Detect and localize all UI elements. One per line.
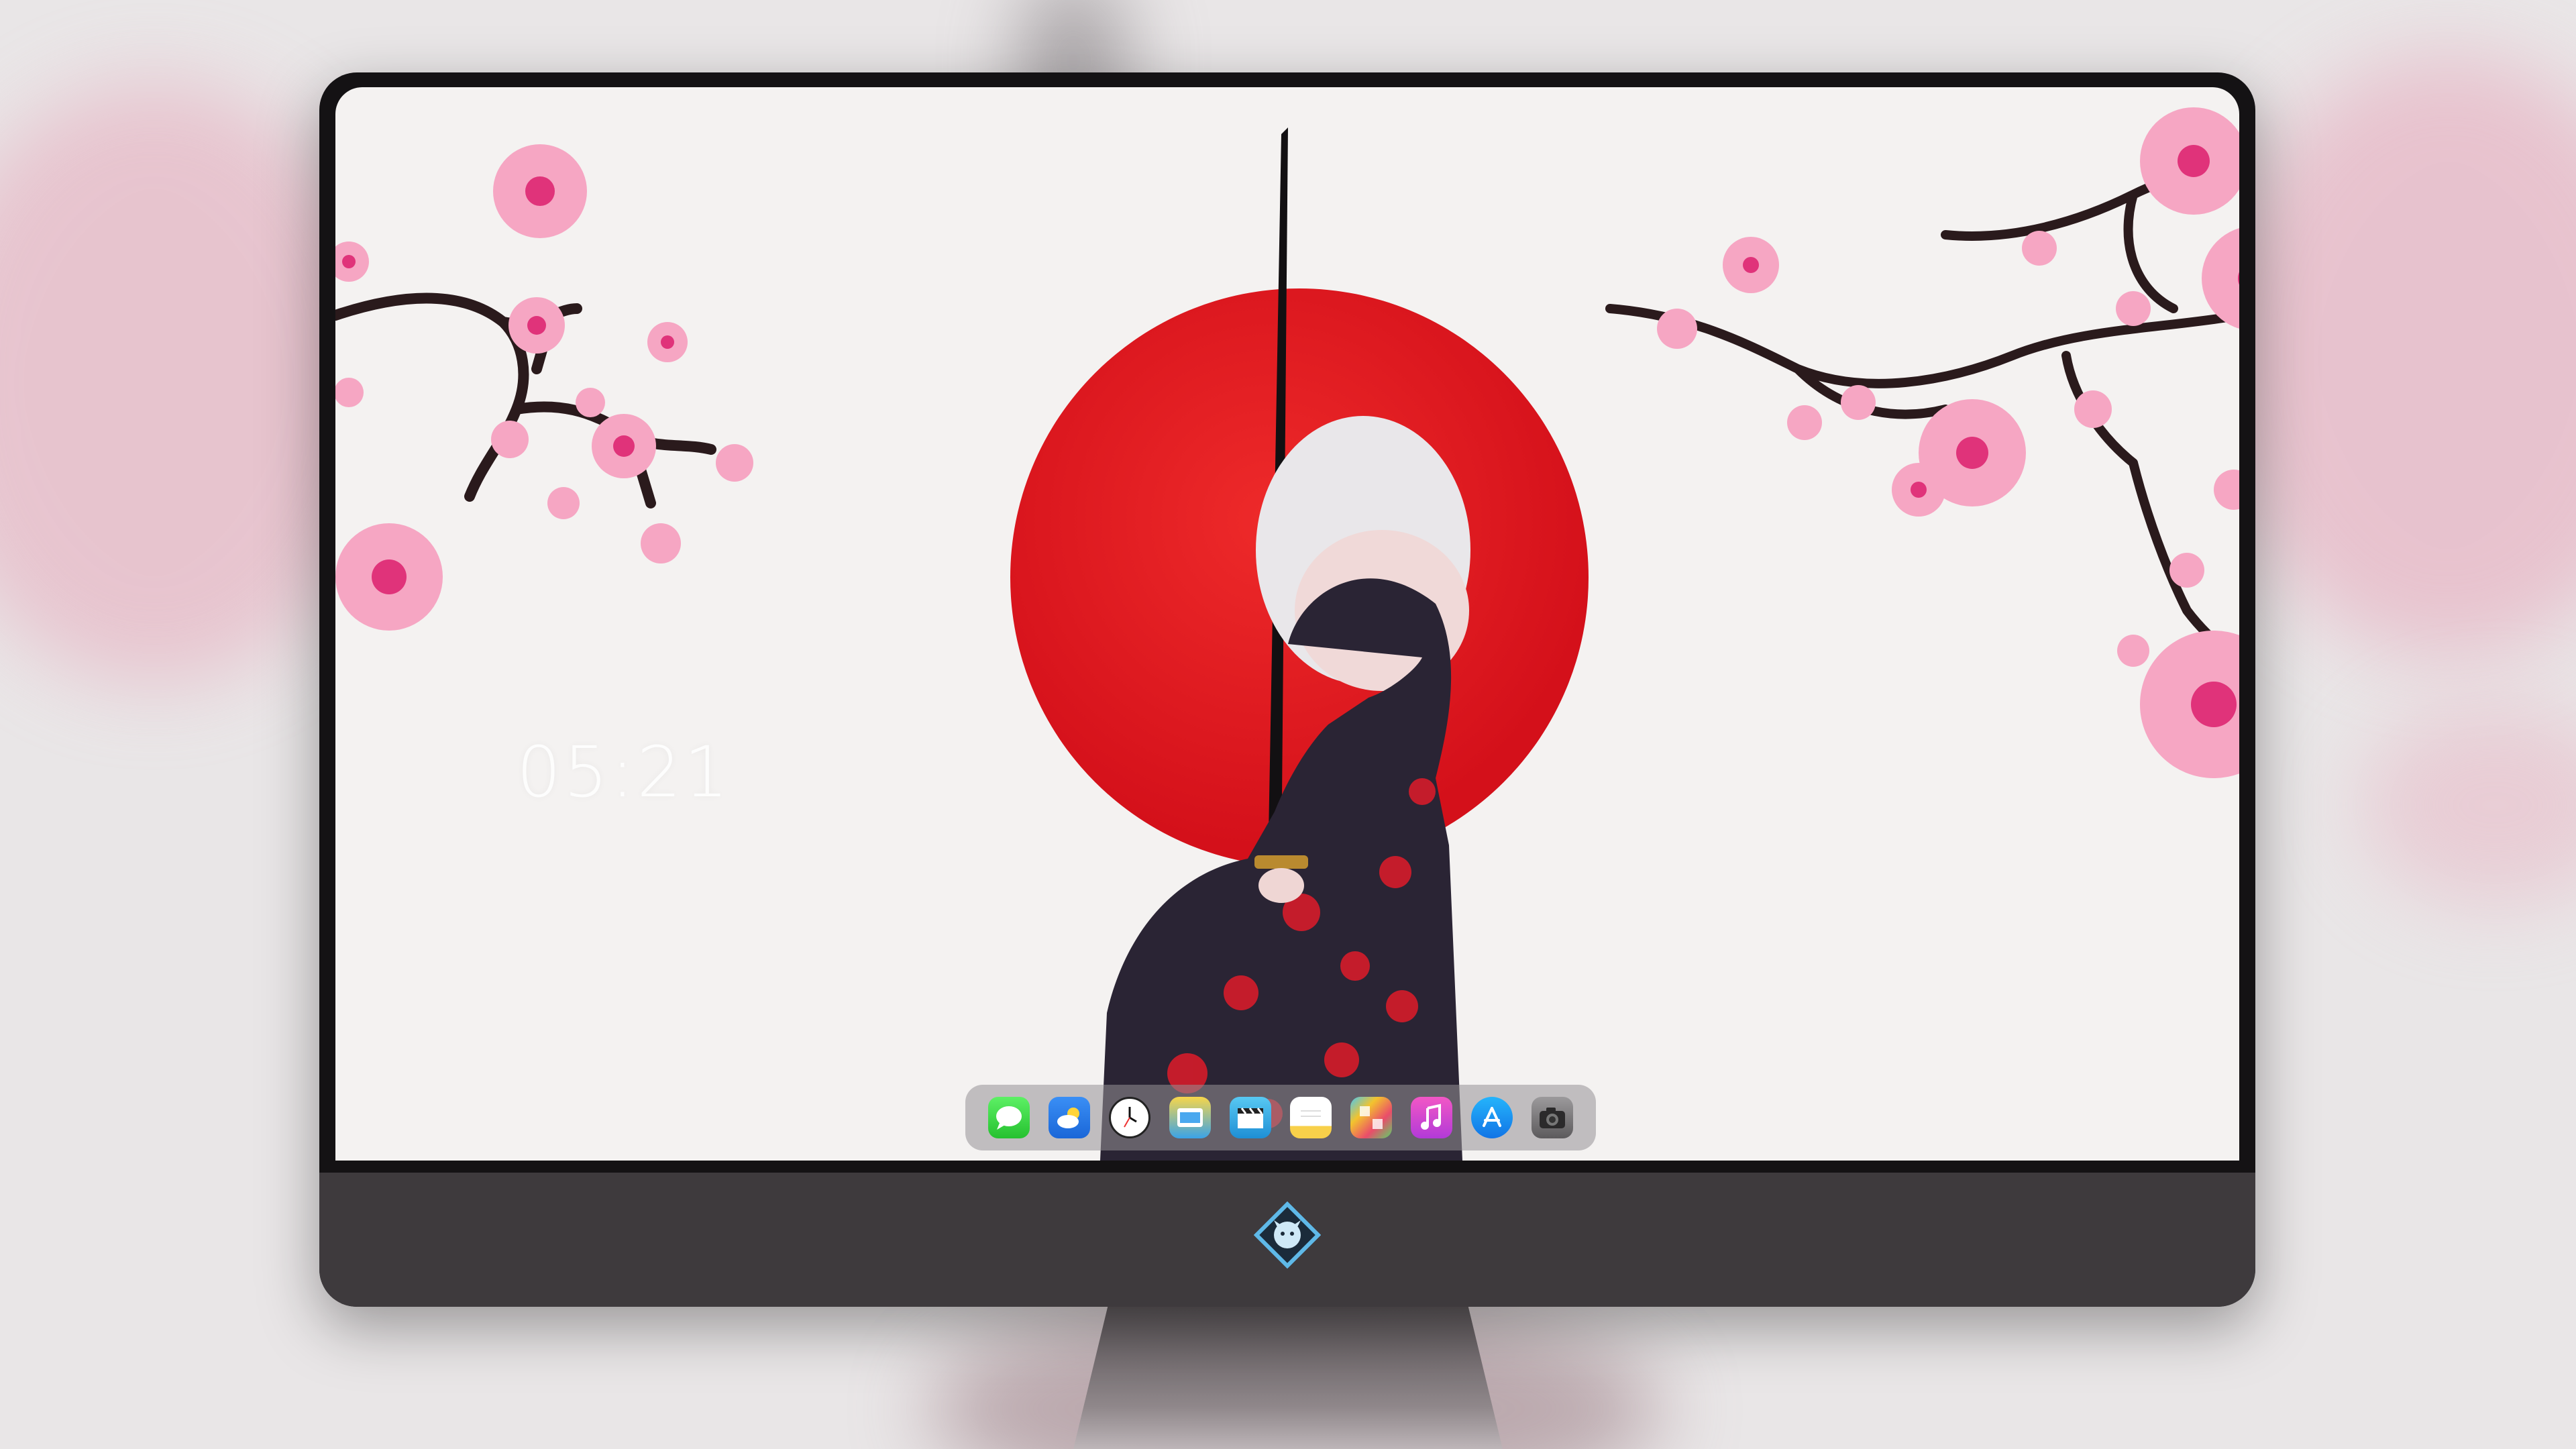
clapperboard-icon — [1238, 1108, 1263, 1128]
background-blossom-blur-bottom — [2361, 704, 2576, 906]
dock-item-messages[interactable] — [988, 1097, 1030, 1138]
notepad-icon — [1301, 1110, 1321, 1117]
music-note-icon — [1421, 1104, 1441, 1130]
dragon-badge-logo-icon — [1254, 1201, 1321, 1269]
dock-item-photos[interactable] — [1350, 1097, 1392, 1138]
camera-icon — [1540, 1108, 1565, 1128]
dock-item-music[interactable] — [1411, 1097, 1452, 1138]
dock — [965, 1085, 1596, 1150]
dock-item-clock[interactable] — [1109, 1097, 1150, 1138]
app-store-icon — [1483, 1107, 1501, 1127]
desktop-clock: 05:21 — [517, 731, 731, 813]
clock-icon — [1124, 1107, 1137, 1128]
blossoms-right — [1657, 107, 2239, 778]
wallpaper: 05:21 — [335, 87, 2239, 1161]
message-bubble-icon — [996, 1106, 1022, 1130]
blossoms-left — [335, 144, 753, 631]
folder-window-icon — [1177, 1108, 1203, 1127]
dock-item-weather[interactable] — [1049, 1097, 1090, 1138]
desktop-screen: 05:21 — [335, 87, 2239, 1161]
monitor-chin — [319, 1173, 2255, 1307]
monitor-stand — [1073, 1307, 1503, 1449]
dock-item-camera[interactable] — [1532, 1097, 1573, 1138]
dock-item-video[interactable] — [1230, 1097, 1271, 1138]
cloud-sun-icon — [1057, 1108, 1079, 1128]
dock-item-notes[interactable] — [1290, 1097, 1332, 1138]
photo-grid-icon — [1360, 1106, 1383, 1129]
dock-item-finder[interactable] — [1169, 1097, 1211, 1138]
samurai-figure — [1100, 127, 1470, 1161]
background-blossom-blur-right — [2214, 54, 2576, 657]
dock-item-app-store[interactable] — [1471, 1097, 1513, 1138]
monitor: 05:21 — [319, 72, 2255, 1307]
